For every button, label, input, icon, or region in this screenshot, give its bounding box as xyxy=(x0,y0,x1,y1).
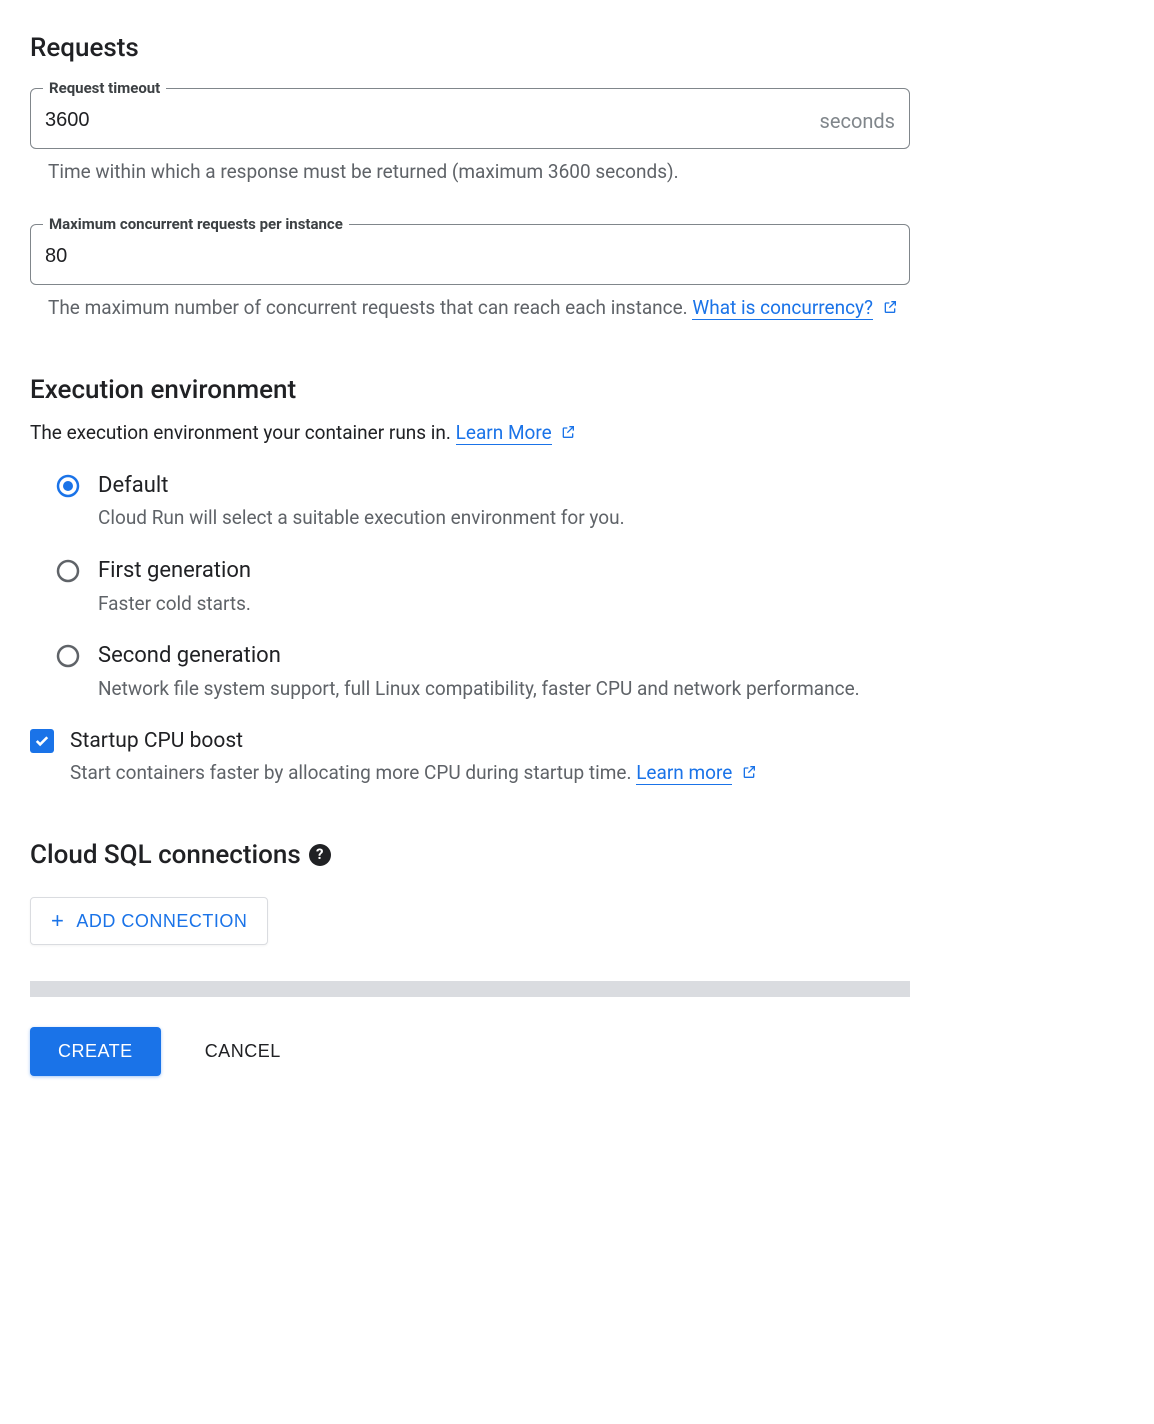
execution-radio-group: Default Cloud Run will select a suitable… xyxy=(56,471,910,703)
radio-unselected-icon xyxy=(56,644,80,668)
execution-desc-text: The execution environment your container… xyxy=(30,421,456,444)
radio-default-sub: Cloud Run will select a suitable executi… xyxy=(98,505,625,532)
radio-first-gen-sub: Faster cold starts. xyxy=(98,591,251,618)
startup-boost-desc: Start containers faster by allocating mo… xyxy=(70,760,757,787)
concurrency-field-wrap: Maximum concurrent requests per instance… xyxy=(30,214,910,322)
request-timeout-input[interactable] xyxy=(45,105,810,136)
footer-buttons: CREATE CANCEL xyxy=(30,1027,910,1076)
add-connection-label: ADD CONNECTION xyxy=(76,911,247,932)
cloud-sql-section: Cloud SQL connections ? + ADD CONNECTION xyxy=(30,837,910,945)
concurrency-input[interactable] xyxy=(45,241,895,272)
startup-boost-desc-text: Start containers faster by allocating mo… xyxy=(70,761,636,784)
radio-default-label: Default xyxy=(98,471,625,502)
request-timeout-field-wrap: Request timeout seconds Time within whic… xyxy=(30,78,910,186)
execution-title: Execution environment xyxy=(30,372,910,408)
concurrency-helper-text: The maximum number of concurrent request… xyxy=(48,296,692,319)
requests-title: Requests xyxy=(30,30,910,66)
startup-boost-link[interactable]: Learn more xyxy=(636,761,732,785)
request-timeout-field[interactable]: Request timeout seconds xyxy=(30,78,910,149)
request-timeout-label: Request timeout xyxy=(43,78,166,99)
execution-learn-more-link[interactable]: Learn More xyxy=(456,421,552,445)
external-link-icon xyxy=(882,296,898,312)
startup-boost-label: Startup CPU boost xyxy=(70,727,757,756)
radio-first-gen[interactable]: First generation Faster cold starts. xyxy=(56,556,910,617)
radio-first-gen-label: First generation xyxy=(98,556,251,587)
cloud-sql-title: Cloud SQL connections xyxy=(30,837,301,873)
requests-section: Requests Request timeout seconds Time wi… xyxy=(30,30,910,322)
radio-second-gen-sub: Network file system support, full Linux … xyxy=(98,676,860,703)
request-timeout-suffix: seconds xyxy=(820,107,895,135)
execution-section: Execution environment The execution envi… xyxy=(30,372,910,787)
radio-selected-icon xyxy=(56,474,80,498)
concurrency-field[interactable]: Maximum concurrent requests per instance xyxy=(30,214,910,285)
concurrency-label: Maximum concurrent requests per instance xyxy=(43,214,349,235)
radio-second-gen-label: Second generation xyxy=(98,641,860,672)
concurrency-helper: The maximum number of concurrent request… xyxy=(30,285,910,322)
checkbox-checked-icon xyxy=(30,729,54,753)
radio-second-gen[interactable]: Second generation Network file system su… xyxy=(56,641,910,702)
horizontal-scrollbar[interactable] xyxy=(30,981,910,997)
concurrency-link[interactable]: What is concurrency? xyxy=(692,296,873,320)
external-link-icon xyxy=(560,421,576,437)
radio-default[interactable]: Default Cloud Run will select a suitable… xyxy=(56,471,910,532)
execution-desc: The execution environment your container… xyxy=(30,420,910,447)
plus-icon: + xyxy=(51,910,64,932)
cancel-button[interactable]: CANCEL xyxy=(201,1027,285,1076)
help-icon[interactable]: ? xyxy=(309,844,331,866)
create-button[interactable]: CREATE xyxy=(30,1027,161,1076)
add-connection-button[interactable]: + ADD CONNECTION xyxy=(30,897,268,945)
external-link-icon xyxy=(741,761,757,777)
startup-boost-row[interactable]: Startup CPU boost Start containers faste… xyxy=(30,727,910,787)
radio-unselected-icon xyxy=(56,559,80,583)
request-timeout-helper: Time within which a response must be ret… xyxy=(30,149,910,186)
